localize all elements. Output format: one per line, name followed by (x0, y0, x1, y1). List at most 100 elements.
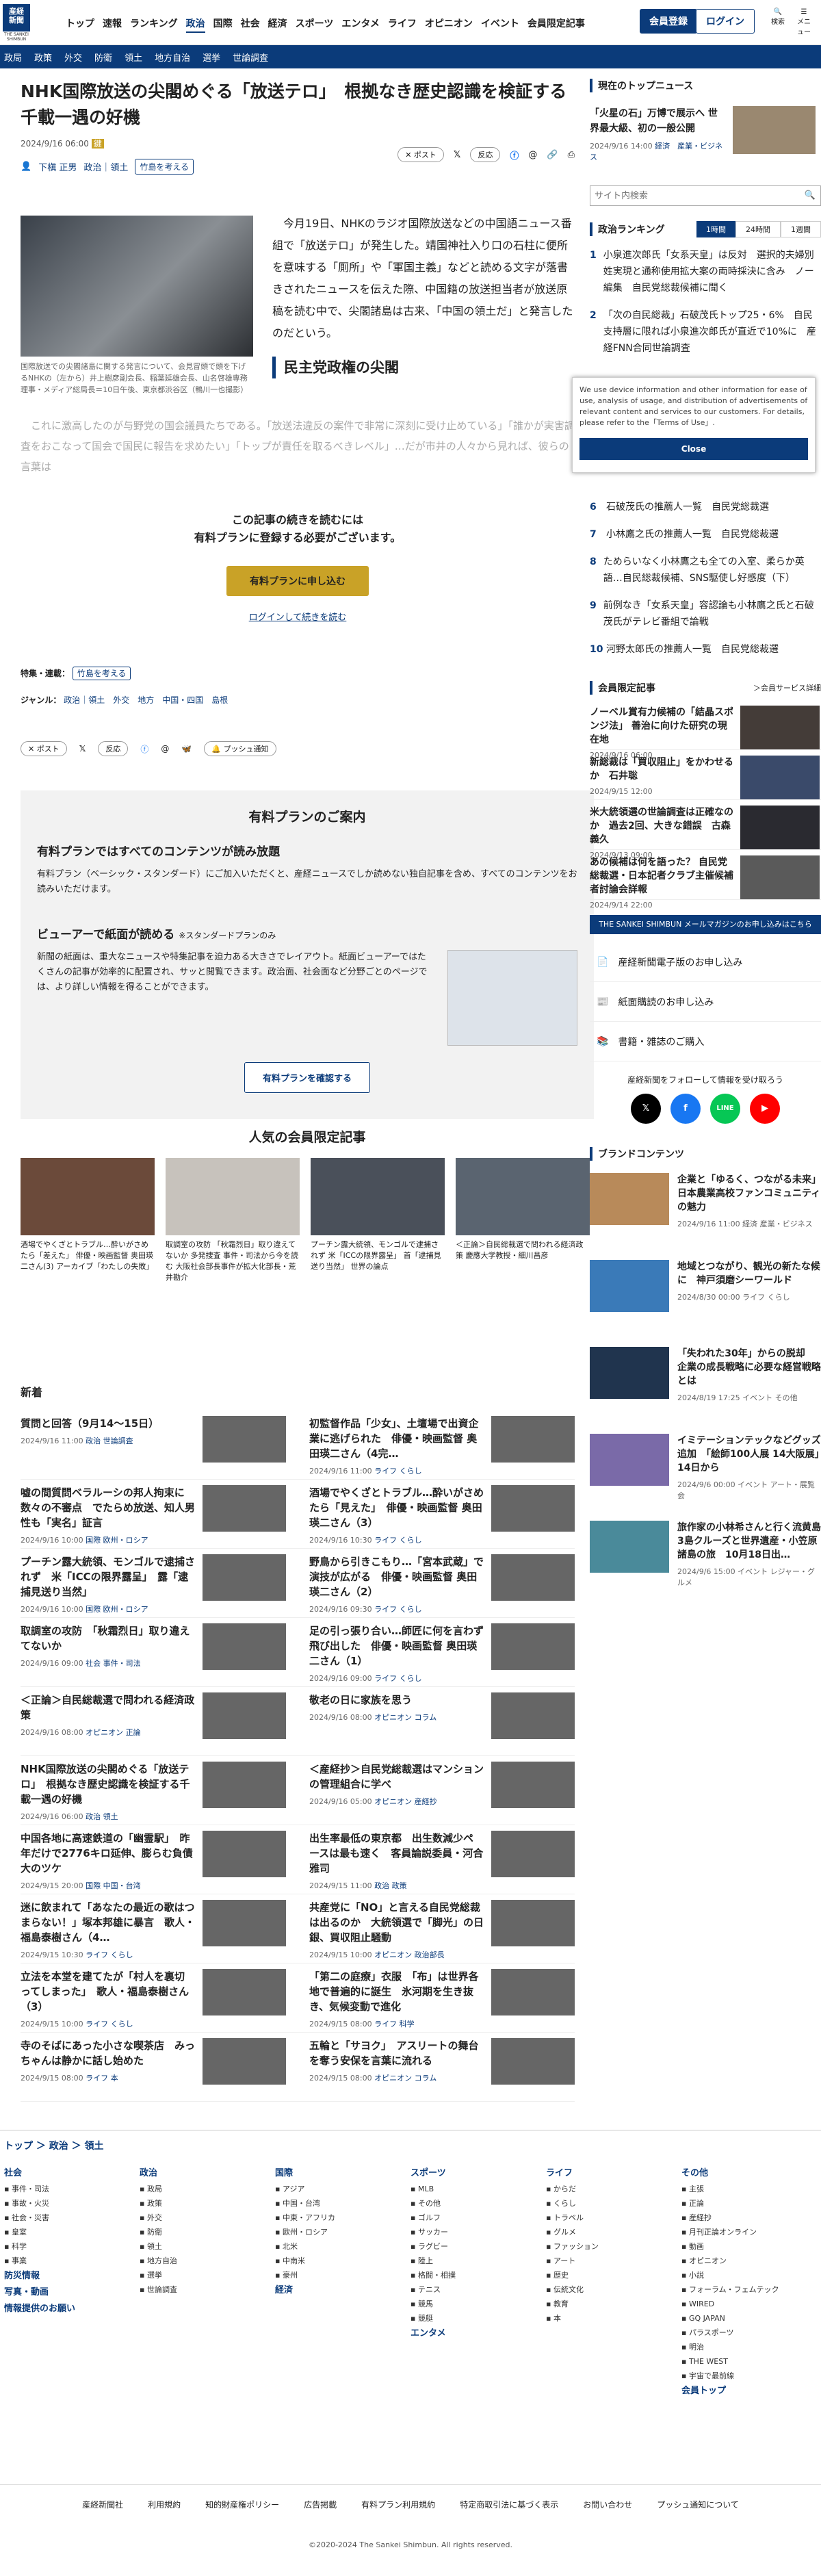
sitemap-link[interactable]: ▪ テニス (410, 2282, 546, 2297)
sitemap-link[interactable]: ▪ その他 (410, 2196, 546, 2211)
footer-link[interactable]: 有料プラン利用規約 (361, 2499, 435, 2510)
link-icon[interactable]: 🔗 (547, 150, 558, 160)
brand-item[interactable]: 企業と「ゆるく、つながる未来」 日本農業高校ファンコミュニティの魅力 2024/9… (590, 1166, 821, 1253)
popular-item[interactable]: プーチン露大統領、モンゴルで逮捕されず 米「ICCの限界露呈」 首「逮捕見送り当… (311, 1158, 445, 1283)
subnav-item[interactable]: 地方自治 (155, 51, 190, 64)
sitemap-link[interactable]: ▪ アジア (275, 2182, 410, 2196)
sitemap-link[interactable]: ▪ 伝統文化 (546, 2282, 681, 2297)
sitemap-link[interactable]: ▪ からだ (546, 2182, 681, 2196)
footer-link[interactable]: 知的財産権ポリシー (205, 2499, 279, 2510)
news-item[interactable]: ＜産経抄＞自民党総裁選はマンションの管理組合に学べ 2024/9/16 05:00… (309, 1762, 575, 1825)
subnav-item[interactable]: 世論調査 (233, 51, 268, 64)
special-tag[interactable]: 竹島を考える (72, 667, 131, 680)
sitemap-link[interactable]: ▪ くらし (546, 2196, 681, 2211)
limited-item[interactable]: 新総裁は「買収阻止」をかわせるか 石井聡 2024/9/15 12:00 (590, 750, 821, 800)
service-link[interactable]: 📄 産経新聞電子版のお申し込み (590, 942, 821, 982)
news-item[interactable]: 嘘の間質問ベラルーシの邦人拘束に数々の不審点 でたらめ放送、知人男性も「実名」証… (21, 1485, 286, 1548)
reaction-button[interactable]: 反応 (98, 741, 129, 756)
sitemap-link[interactable]: ▪ 選挙 (140, 2268, 275, 2282)
close-button[interactable]: Close (579, 438, 808, 460)
nav-item[interactable]: 社会 (241, 15, 260, 33)
rank-item[interactable]: 9 前例なき「女系天皇」容認論も小林鷹之氏と石破茂氏がテレビ番組で論戦 (590, 592, 821, 636)
nav-item-active[interactable]: 政治 (185, 15, 205, 33)
news-item[interactable]: 寺のそばにあった小さな喫茶店 みっちゃんは静かに話し始めた 2024/9/15 0… (21, 2038, 286, 2101)
news-item[interactable]: 足の引っ張り合い…師匠に何を言わず飛び出した 俳優・映画監督 奥田瑛二さん（1）… (309, 1623, 575, 1686)
sitemap-heading[interactable]: 情報提供のお願い (4, 2301, 140, 2317)
limited-item[interactable]: 米大統領選の世論調査は正確なのか 過去2回、大きな錯誤 古森義久 2024/9/1… (590, 800, 821, 860)
sitemap-link[interactable]: ▪ 陸上 (410, 2254, 546, 2268)
sitemap-heading[interactable]: 経済 (275, 2282, 410, 2299)
sitemap-link[interactable]: ▪ 政策 (140, 2196, 275, 2211)
sitemap-link[interactable]: ▪ WIRED (681, 2297, 817, 2311)
mail-banner[interactable]: THE SANKEI SHIMBUN メールマガジンのお申し込みはこちら (590, 915, 821, 934)
sitemap-link[interactable]: ▪ 明治 (681, 2340, 817, 2354)
brand-item[interactable]: 地域とつながり、観光の新たな候に 神戸須磨シーワールド 2024/8/30 00:… (590, 1253, 821, 1340)
rank-tab[interactable]: 1週間 (781, 221, 821, 237)
sitemap-link[interactable]: ▪ 事故・火災 (4, 2196, 140, 2211)
sitemap-link[interactable]: ▪ フォーラム・フェムテック (681, 2282, 817, 2297)
limited-item[interactable]: あの候補は何を語った？ 自民党総裁選・日本記者クラブ主催候補者討論会詳報 2024… (590, 850, 821, 910)
reaction-button[interactable]: 反応 (470, 147, 501, 162)
x-icon[interactable]: 𝕏 (631, 1094, 661, 1124)
sitemap-link[interactable]: ▪ 格闘・相撲 (410, 2268, 546, 2282)
sitemap-link[interactable]: ▪ オピニオン (681, 2254, 817, 2268)
login-button[interactable]: ログイン (696, 9, 755, 34)
popular-item[interactable]: 酒場でやくざとトラブル…酔いがさめたら「差えた」 俳優・映画監督 奥田瑛二さん(… (21, 1158, 155, 1283)
subnav-item[interactable]: 政局 (4, 51, 22, 64)
plan-check-button[interactable]: 有料プランを確認する (244, 1062, 370, 1093)
post-button[interactable]: ✕ ポスト (398, 147, 444, 162)
sitemap-link[interactable]: ▪ 事業 (4, 2254, 140, 2268)
rank-item[interactable]: 2 「次の自民総裁」石破茂氏トップ25・6% 自民支持層に限れば小泉進次郎氏が直近… (590, 302, 821, 378)
sitemap-link[interactable]: ▪ 中南米 (275, 2254, 410, 2268)
menu-icon[interactable]: ☰ メニュー (795, 8, 813, 36)
sitemap-link[interactable]: ▪ トラベル (546, 2211, 681, 2225)
rank-item[interactable]: 10 河野太郎氏の推薦人一覧 自民党総裁選 (590, 636, 821, 663)
nav-item[interactable]: ランキング (130, 15, 178, 33)
x-icon[interactable]: 𝕏 (454, 150, 460, 160)
sitemap-link[interactable]: ▪ 歴史 (546, 2268, 681, 2282)
brand-item[interactable]: 「失われた30年」からの脱却 企業の成長戦略に必要な経営戦略とは 2024/8/1… (590, 1340, 821, 1427)
threads-icon[interactable]: @ (161, 744, 169, 754)
nav-item[interactable]: スポーツ (296, 15, 334, 33)
news-item[interactable]: 「第二の庭療」衣服 「布」は世界各地で普遍的に誕生 氷河期を生き抜き、気候変動で… (309, 1969, 575, 2032)
sitemap-link[interactable]: ▪ 正論 (681, 2196, 817, 2211)
x-icon[interactable]: 𝕏 (79, 744, 86, 754)
sitemap-link[interactable]: ▪ 事件・司法 (4, 2182, 140, 2196)
sitemap-link[interactable]: ▪ 領土 (140, 2239, 275, 2254)
footer-link[interactable]: プッシュ通知について (657, 2499, 739, 2510)
subnav-item[interactable]: 選挙 (203, 51, 220, 64)
news-item[interactable]: 野鳥から引きこもり…「宮本武蔵」で演技が広がる 俳優・映画監督 奥田瑛二さん（2… (309, 1554, 575, 1617)
post-button[interactable]: ✕ ポスト (21, 741, 67, 756)
bluesky-icon[interactable]: 🦋 (181, 744, 192, 754)
facebook-icon[interactable]: f (670, 1094, 701, 1124)
sitemap-link[interactable]: ▪ 中東・アフリカ (275, 2211, 410, 2225)
print-icon[interactable]: ⎙ (568, 150, 575, 160)
nav-item[interactable]: オピニオン (425, 15, 473, 33)
sitemap-link[interactable]: ▪ 産経抄 (681, 2211, 817, 2225)
sitemap-link[interactable]: ▪ 政局 (140, 2182, 275, 2196)
footer-link[interactable]: 広告掲載 (304, 2499, 337, 2510)
sitemap-link[interactable]: ▪ 小説 (681, 2268, 817, 2282)
subscribe-button[interactable]: 有料プランに申し込む (226, 566, 369, 596)
facebook-icon[interactable]: ⓕ (140, 743, 148, 755)
sitemap-link[interactable]: ▪ 外交 (140, 2211, 275, 2225)
news-item[interactable]: 出生率最低の東京都 出生数減少ペースは最も速く 客員論説委員・河合雅司 2024/… (309, 1831, 575, 1894)
sitemap-link[interactable]: ▪ 教育 (546, 2297, 681, 2311)
sitemap-link[interactable]: ▪ アート (546, 2254, 681, 2268)
sitemap-link[interactable]: ▪ 社会・災害 (4, 2211, 140, 2225)
footer-link[interactable]: 利用規約 (148, 2499, 181, 2510)
news-item[interactable]: 酒場でやくざとトラブル…酔いがさめたら「見えた」 俳優・映画監督 奥田瑛二さん（… (309, 1485, 575, 1548)
sitemap-link[interactable]: ▪ 主張 (681, 2182, 817, 2196)
sitemap-link[interactable]: ▪ 中国・台湾 (275, 2196, 410, 2211)
sitemap-heading[interactable]: ライフ (546, 2165, 681, 2182)
search-input[interactable] (590, 186, 800, 205)
sitemap-link[interactable]: ▪ 科学 (4, 2239, 140, 2254)
subnav-item[interactable]: 防衛 (94, 51, 112, 64)
sitemap-link[interactable]: ▪ GQ JAPAN (681, 2311, 817, 2326)
search-icon[interactable]: 🔍 検索 (769, 8, 787, 26)
news-item[interactable]: 立法を本堂を建てたが「村人を裏切ってしまった」 歌人・福島泰樹さん（3） 2024… (21, 1969, 286, 2032)
footer-link[interactable]: 産経新聞社 (82, 2499, 123, 2510)
sitemap-link[interactable]: ▪ THE WEST (681, 2354, 817, 2369)
sitemap-heading[interactable]: その他 (681, 2165, 817, 2182)
news-item[interactable]: 五輪と「サヨク」 アスリートの舞台を奪う安保を言葉に流れる 2024/9/15 0… (309, 2038, 575, 2101)
